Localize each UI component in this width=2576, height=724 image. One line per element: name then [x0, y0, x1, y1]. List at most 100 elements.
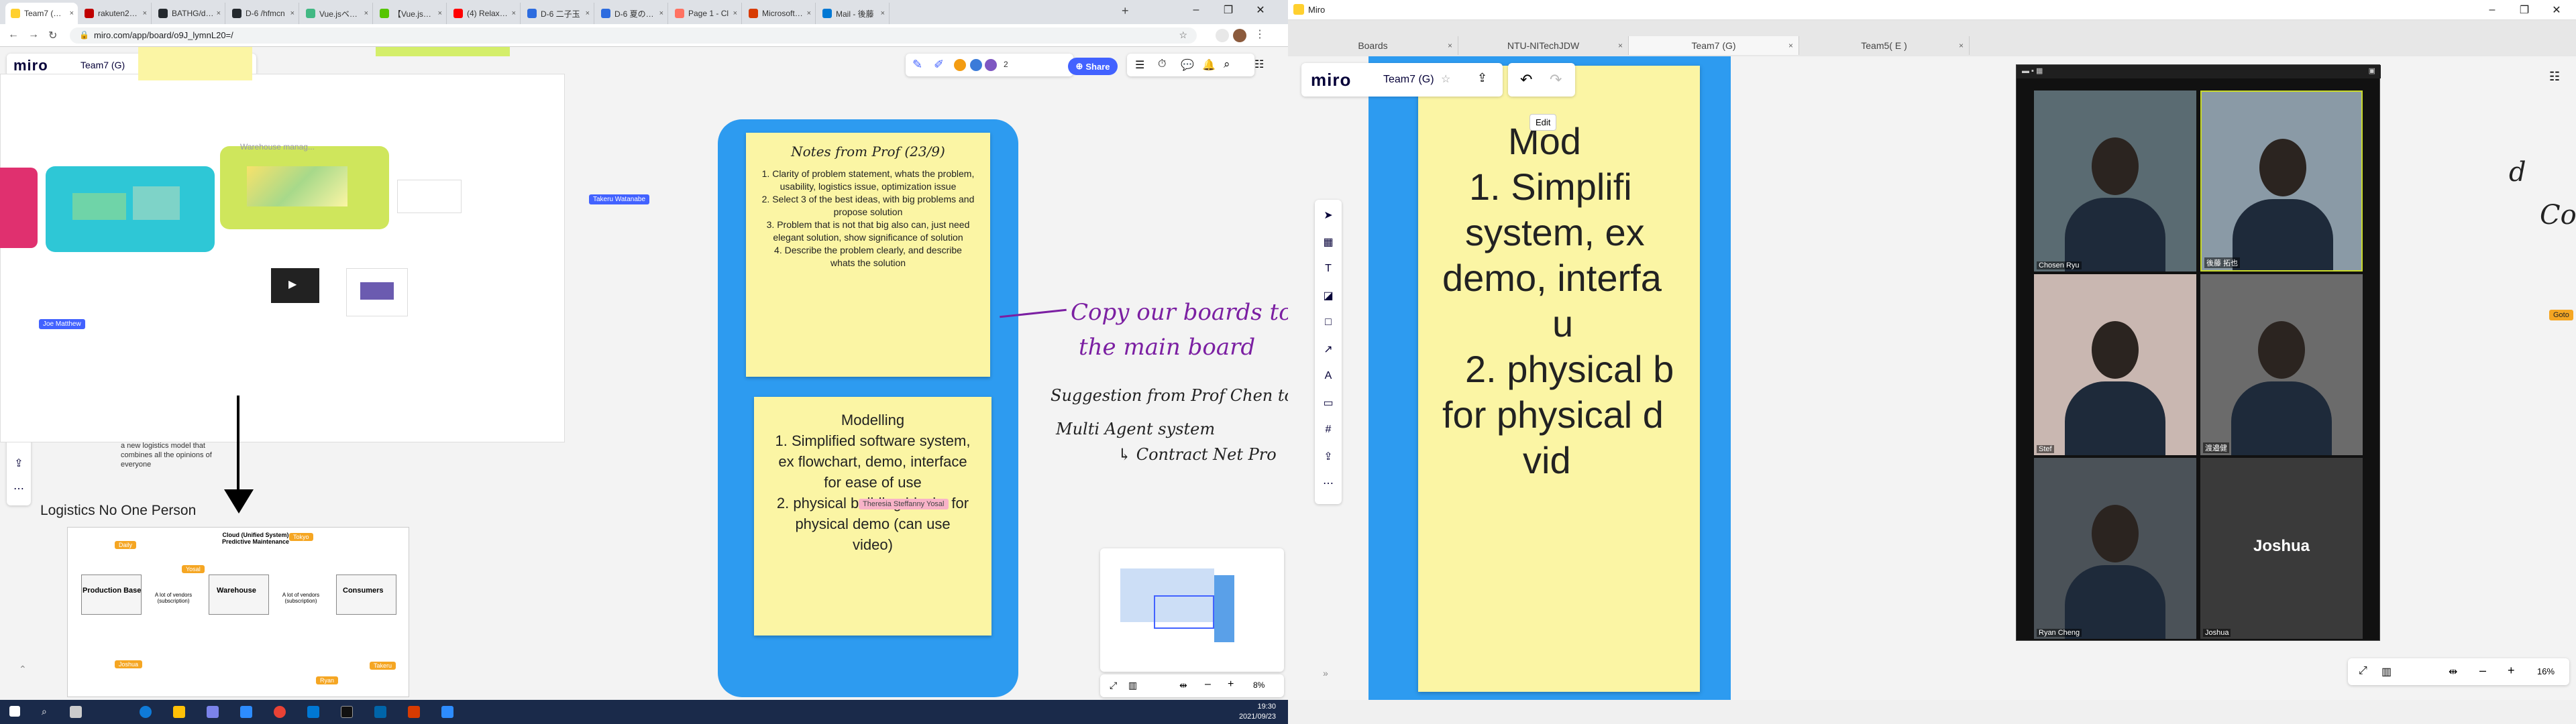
notifications-icon[interactable]: 🔔: [1202, 58, 1216, 72]
browser-tab[interactable]: Page 1 - Cl ×: [669, 3, 742, 24]
connector-tool-icon[interactable]: ↗: [1320, 341, 1337, 358]
reload-button[interactable]: ↻: [48, 29, 57, 42]
app-tab[interactable]: NTU-NITechJDW ×: [1458, 36, 1629, 55]
app-tab[interactable]: Team7 (G) ×: [1629, 36, 1799, 55]
extension-icon[interactable]: [1216, 29, 1229, 42]
video-tile[interactable]: Ryan Cheng: [2034, 458, 2196, 639]
zoom-out-button[interactable]: –: [1205, 678, 1211, 690]
more-tools-icon[interactable]: ⋯: [10, 480, 28, 497]
start-icon[interactable]: [9, 706, 20, 717]
board-name[interactable]: Team7 (G): [1383, 74, 1434, 86]
url-field[interactable]: 🔒 miro.com/app/board/o9J_lymnL20=/ ☆: [70, 27, 1197, 44]
board-menu-icon[interactable]: ☷: [2549, 70, 2560, 84]
timer-icon[interactable]: ⏱: [1158, 58, 1166, 70]
pen-tool-icon[interactable]: A: [1320, 367, 1337, 385]
upload-icon[interactable]: ⇪: [1477, 71, 1487, 85]
tab-close-icon[interactable]: ×: [1959, 41, 1964, 50]
video-tile[interactable]: Joshua Joshua: [2200, 458, 2363, 639]
browser-tab[interactable]: D-6 /hfmcn ×: [227, 3, 299, 24]
tab-close-icon[interactable]: ×: [70, 9, 74, 17]
user-avatar[interactable]: [985, 59, 997, 71]
modelling-sticky-zoomed[interactable]: Mod 1. Simplifi system, ex demo, interfa u 2.…: [1418, 66, 1700, 692]
upload-tool-icon[interactable]: ⇪: [10, 455, 28, 472]
board-name[interactable]: Team7 (G): [80, 60, 125, 70]
gallery-icon[interactable]: ▣: [2369, 66, 2375, 75]
video-tile[interactable]: Stef: [2034, 274, 2196, 455]
tab-close-icon[interactable]: ×: [659, 9, 663, 17]
powerpoint-icon[interactable]: [408, 706, 420, 718]
edge-icon[interactable]: [140, 706, 152, 718]
tab-close-icon[interactable]: ×: [586, 9, 590, 17]
maximize-button[interactable]: ❐: [1213, 0, 1244, 20]
back-button[interactable]: ←: [8, 29, 19, 41]
tab-close-icon[interactable]: ×: [143, 9, 147, 17]
comments-icon[interactable]: 💬: [1181, 58, 1194, 72]
minimize-icon[interactable]: ▬ ▪ ▦: [2022, 66, 2043, 75]
user-avatar[interactable]: [954, 59, 966, 71]
share-button[interactable]: ⊕ Share: [1068, 58, 1118, 75]
tab-close-icon[interactable]: ×: [290, 9, 294, 17]
image-thumbnail[interactable]: [346, 268, 408, 316]
search-icon[interactable]: ⌕: [1224, 58, 1230, 71]
select-tool-icon[interactable]: ➤: [1320, 206, 1337, 224]
zoom-app-icon[interactable]: [240, 706, 252, 718]
minimize-button[interactable]: –: [2477, 0, 2508, 20]
fit-icon[interactable]: ⤢: [1110, 680, 1117, 691]
explorer-icon[interactable]: [173, 706, 185, 718]
zoom-in-button[interactable]: +: [2508, 664, 2515, 678]
fit-icon[interactable]: ⤢: [2359, 665, 2367, 677]
browser-tab[interactable]: Microsoft Of ×: [743, 3, 816, 24]
board-menu-icon[interactable]: ☷: [1254, 58, 1264, 71]
tab-close-icon[interactable]: ×: [364, 9, 368, 17]
cluster-lime[interactable]: Warehouse manag...: [220, 142, 389, 229]
browser-tab[interactable]: Team7 (G), Onli×: [5, 3, 78, 24]
board-frame[interactable]: [0, 74, 565, 442]
pen-tool-icon[interactable]: ✐: [934, 58, 944, 72]
tab-close-icon[interactable]: ×: [217, 9, 221, 17]
browser-tab[interactable]: Vue.jsベース ×: [301, 3, 373, 24]
sticky-note[interactable]: [138, 47, 252, 80]
fit-width-icon[interactable]: ⇹: [2449, 665, 2457, 678]
task-view-icon[interactable]: [70, 706, 82, 718]
templates-tool-icon[interactable]: ▦: [1320, 233, 1337, 251]
terminal-icon[interactable]: [341, 706, 353, 718]
cluster-pink[interactable]: [0, 168, 38, 248]
tab-close-icon[interactable]: ×: [733, 9, 737, 17]
cluster-cyan[interactable]: [46, 166, 215, 252]
sticky-note-tool-icon[interactable]: ◪: [1320, 287, 1337, 304]
zoom-in-button[interactable]: +: [1228, 678, 1234, 690]
tab-close-icon[interactable]: ×: [807, 9, 811, 17]
tab-close-icon[interactable]: ×: [1448, 41, 1452, 50]
more-tools-icon[interactable]: ⋯: [1320, 475, 1337, 492]
mail-icon[interactable]: [307, 706, 319, 718]
minimap-viewport[interactable]: [1154, 595, 1214, 629]
video-thumbnail[interactable]: ▶: [271, 268, 319, 303]
comment-tool-icon[interactable]: ▭: [1320, 394, 1337, 412]
menu-kebab-icon[interactable]: ⋮: [1254, 27, 1265, 41]
app-tab[interactable]: Boards ×: [1288, 36, 1458, 55]
undo-button[interactable]: ↶: [1520, 71, 1532, 88]
system-clock[interactable]: 19:30 2021/09/23: [1239, 702, 1276, 722]
tab-close-icon[interactable]: ×: [438, 9, 442, 17]
miro-logo[interactable]: miro: [13, 57, 48, 74]
bookmark-star-icon[interactable]: ☆: [1179, 29, 1187, 41]
close-window-button[interactable]: ✕: [1245, 0, 1276, 20]
profile-avatar[interactable]: [1233, 29, 1246, 42]
close-window-button[interactable]: ✕: [2541, 0, 2572, 20]
browser-tab[interactable]: (4) Relaxing Ja×: [448, 3, 521, 24]
forward-button[interactable]: →: [28, 29, 39, 41]
vscode-icon[interactable]: [374, 706, 386, 718]
image-thumbnail[interactable]: [397, 180, 462, 213]
frame-tool-icon[interactable]: #: [1320, 421, 1337, 438]
tab-close-icon[interactable]: ×: [512, 9, 516, 17]
redo-button[interactable]: ↷: [1550, 71, 1562, 88]
tab-close-icon[interactable]: ×: [881, 9, 885, 17]
browser-tab[interactable]: rakuten2021 ×: [79, 3, 152, 24]
text-tool-icon[interactable]: T: [1320, 260, 1337, 278]
new-tab-button[interactable]: +: [1122, 4, 1129, 18]
map-icon[interactable]: ▥: [2381, 665, 2392, 678]
video-tile[interactable]: 後藤 拓也: [2200, 90, 2363, 272]
chrome-icon[interactable]: [274, 706, 286, 718]
app-tab[interactable]: Team5( E ) ×: [1799, 36, 1970, 55]
expand-icon[interactable]: »: [1323, 668, 1328, 678]
